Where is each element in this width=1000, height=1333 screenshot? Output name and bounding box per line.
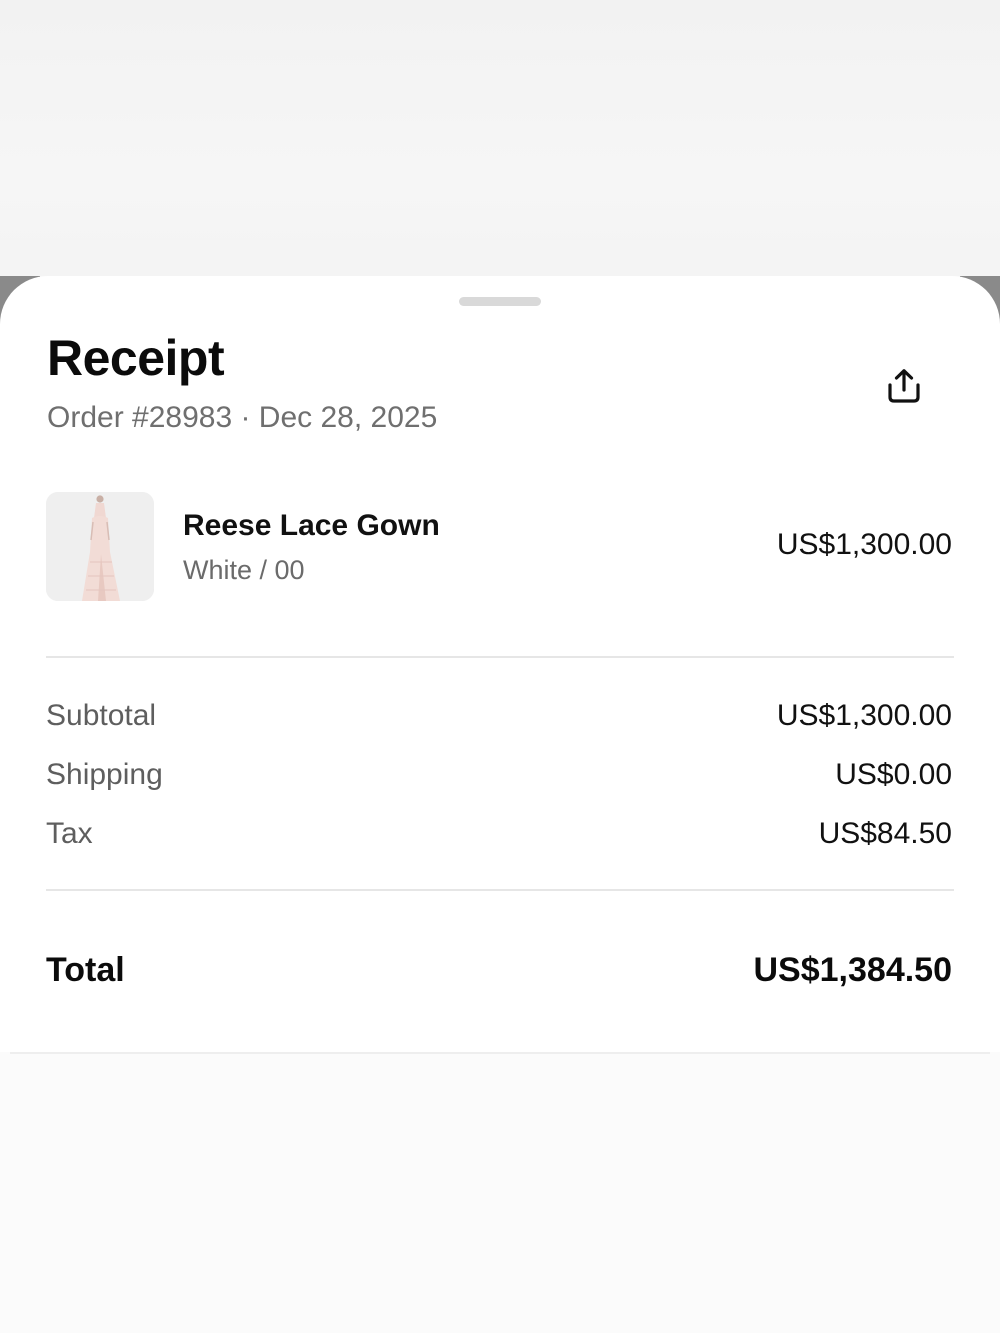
tax-value: US$84.50	[818, 817, 952, 850]
background-overlay	[0, 0, 1000, 300]
line-item[interactable]: Reese Lace Gown White / 00 US$1,300.00	[46, 492, 952, 602]
summary-row-shipping: Shipping US$0.00	[46, 755, 952, 795]
divider	[46, 889, 954, 891]
share-button[interactable]	[878, 360, 930, 412]
summary-row-subtotal: Subtotal US$1,300.00	[46, 696, 952, 736]
shipping-label: Shipping	[46, 758, 163, 791]
tax-label: Tax	[46, 817, 93, 850]
subtotal-value: US$1,300.00	[776, 699, 952, 732]
divider	[46, 656, 954, 658]
share-icon	[888, 369, 920, 403]
product-thumbnail[interactable]	[46, 492, 154, 601]
summary-row-tax: Tax US$84.50	[46, 814, 952, 854]
product-price: US$1,300.00	[776, 528, 952, 561]
receipt-sheet: Receipt Order #28983 · Dec 28, 2025 Rees…	[0, 276, 1000, 1333]
product-variant: White / 00	[183, 555, 305, 585]
divider	[10, 1052, 990, 1054]
sheet-footer-area	[0, 1052, 1000, 1333]
total-value: US$1,384.50	[753, 951, 953, 989]
gown-image	[46, 492, 154, 601]
product-name: Reese Lace Gown	[183, 509, 440, 542]
page-title: Receipt	[47, 330, 225, 386]
order-info: Order #28983 · Dec 28, 2025	[47, 401, 438, 434]
total-label: Total	[46, 951, 125, 989]
sheet-grabber[interactable]	[459, 297, 541, 306]
shipping-value: US$0.00	[835, 758, 952, 791]
subtotal-label: Subtotal	[46, 699, 157, 732]
